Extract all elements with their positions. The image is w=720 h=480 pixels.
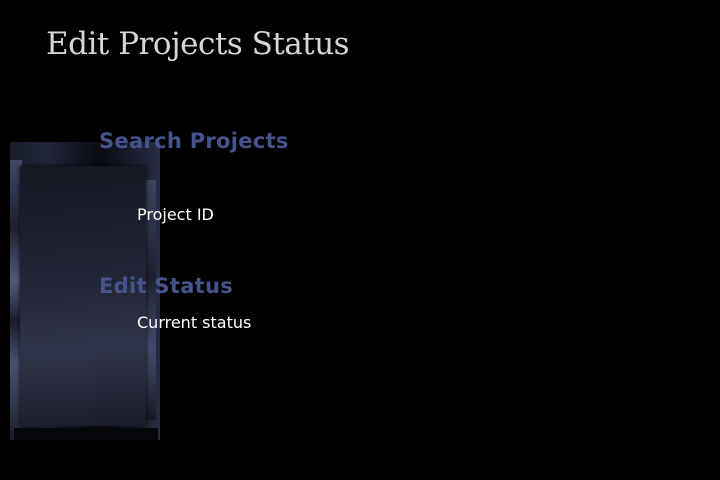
decor-bottom-shadow xyxy=(14,428,158,440)
search-projects-heading: Search Projects xyxy=(99,129,289,153)
edit-status-heading: Edit Status xyxy=(99,274,234,298)
page-title: Edit Projects Status xyxy=(46,26,350,62)
project-id-label: Project ID xyxy=(137,205,214,224)
current-status-label: Current status xyxy=(137,313,252,332)
